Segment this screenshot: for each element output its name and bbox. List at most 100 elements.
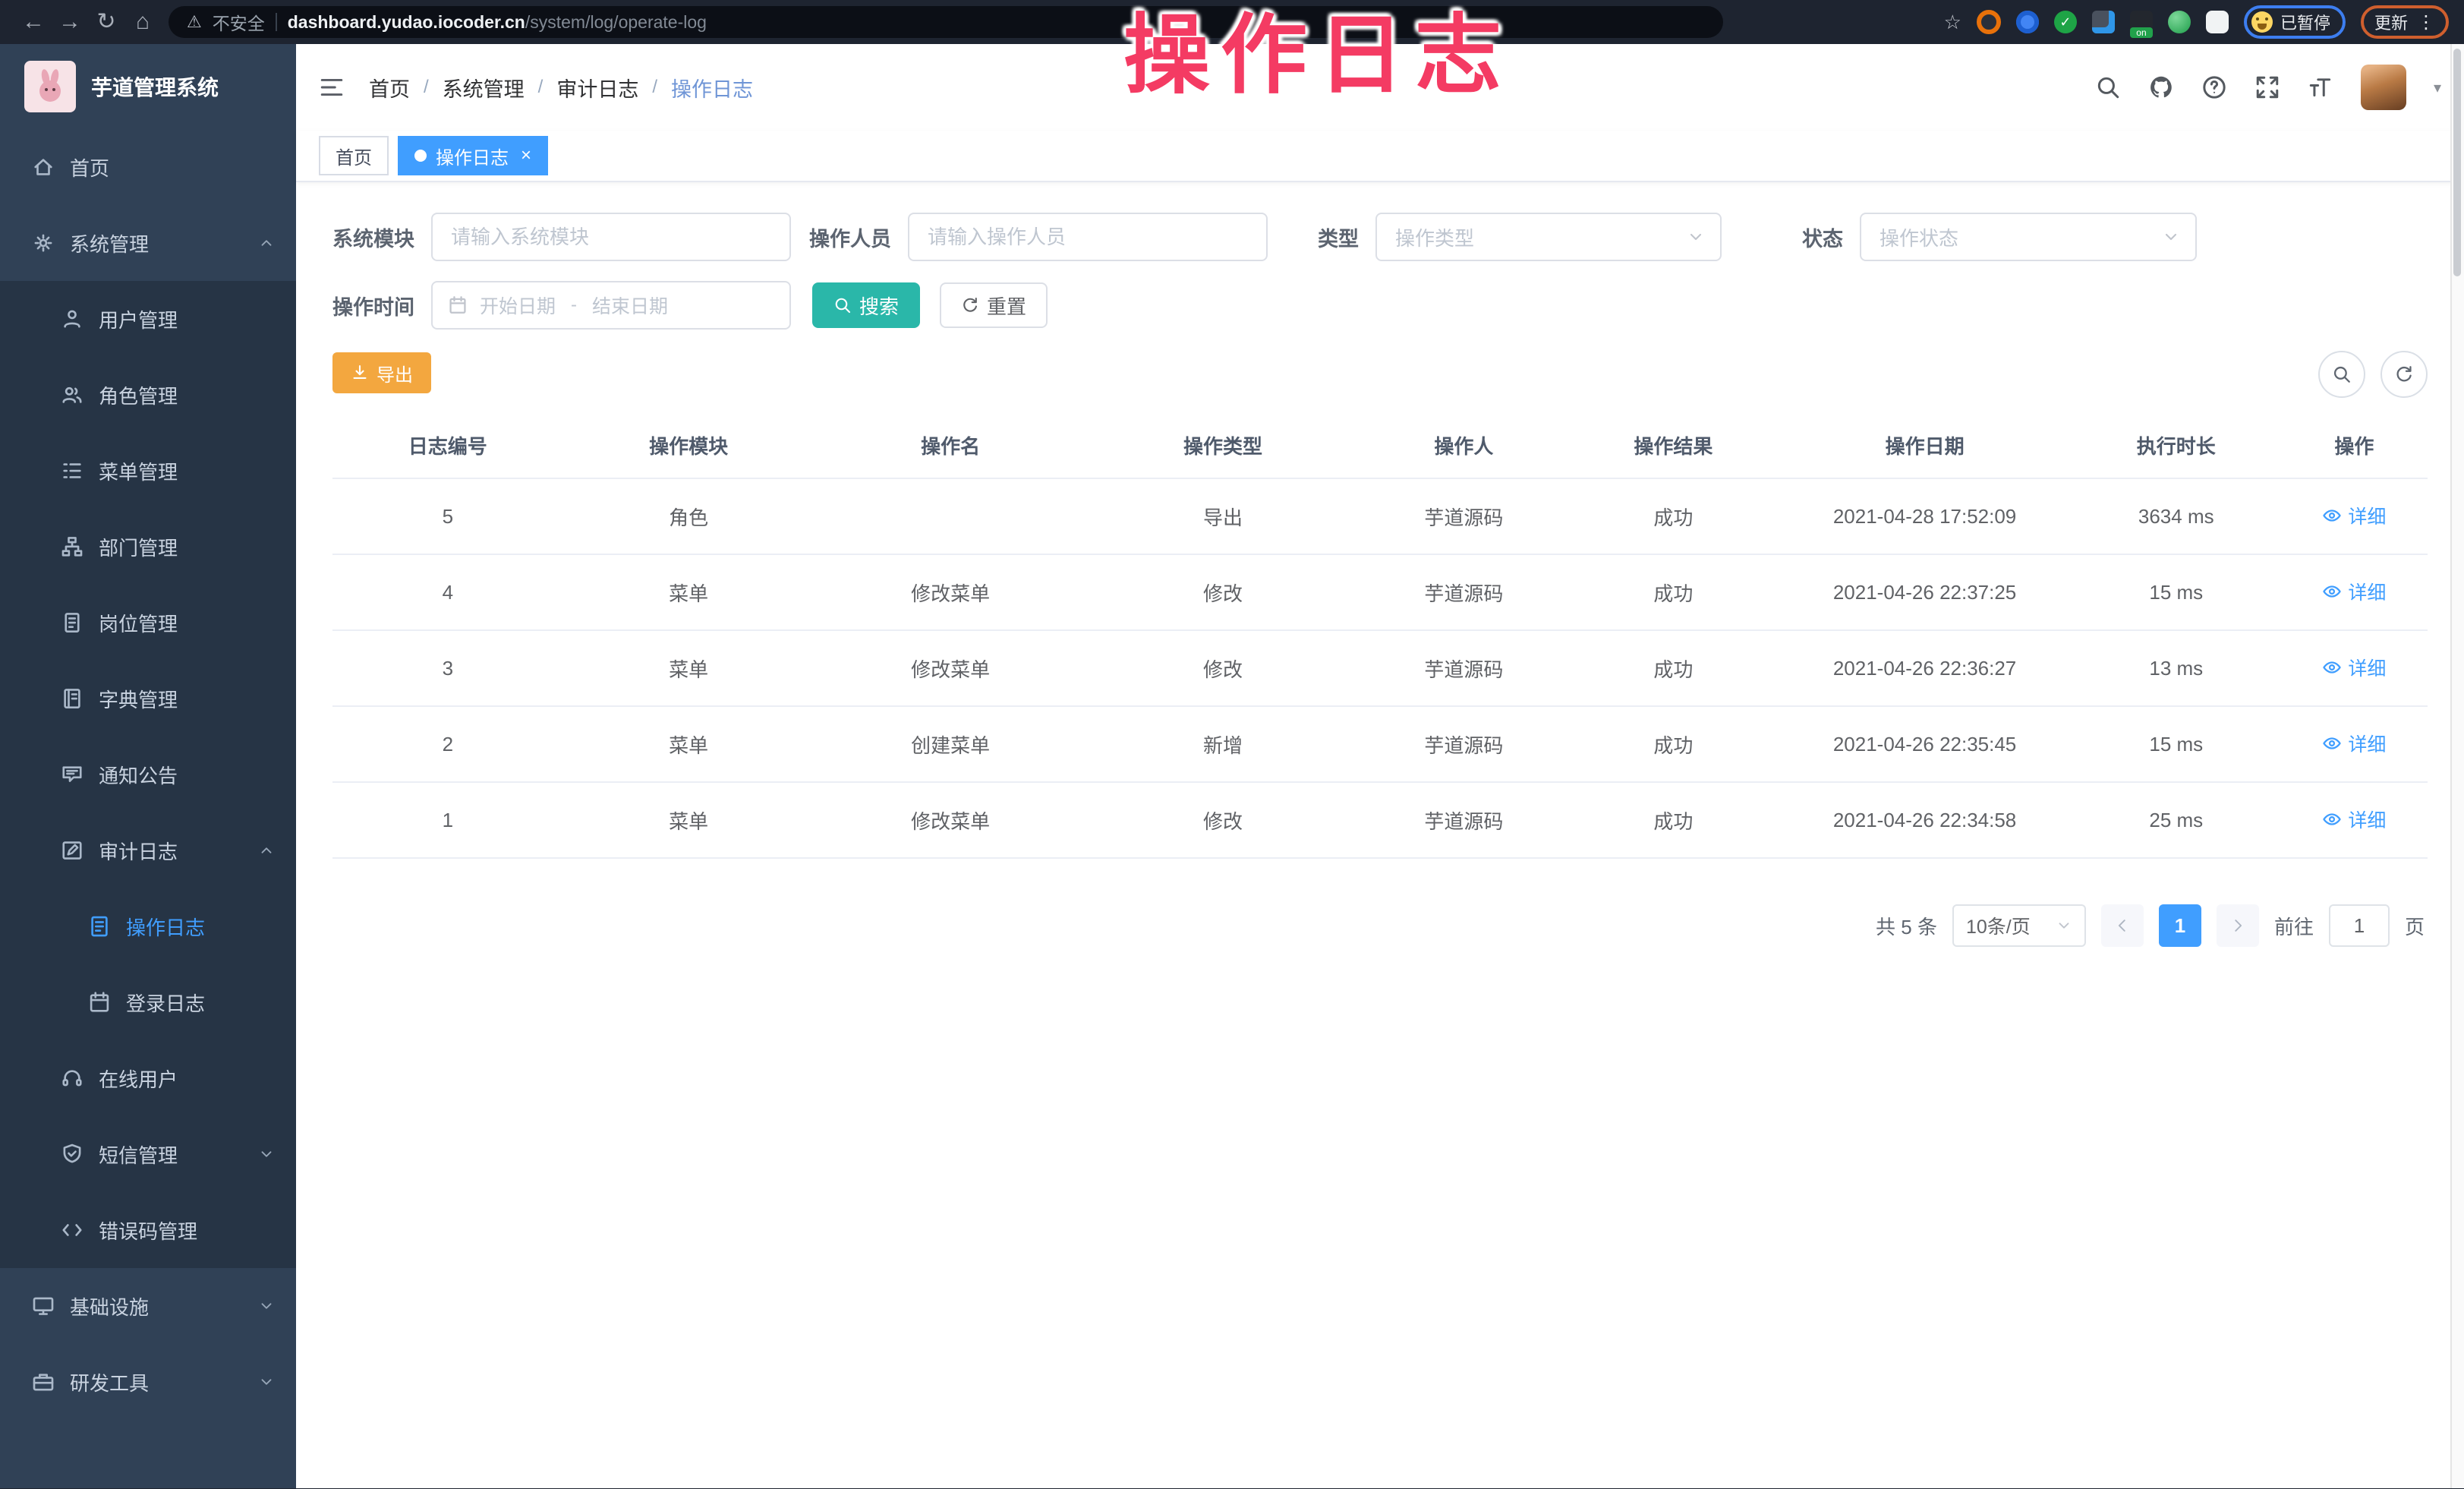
address-bar[interactable]: ⚠ 不安全 dashboard.yudao.iocoder.cn/system/…: [169, 6, 1723, 38]
breadcrumb-item-home[interactable]: 首页: [369, 73, 410, 103]
cell-type: 修改: [1087, 554, 1360, 630]
extensions-puzzle-icon[interactable]: [2206, 11, 2229, 33]
sidebar-item-department-management[interactable]: 部门管理: [0, 509, 296, 585]
user-icon: [61, 308, 83, 330]
avatar-caret-down-icon[interactable]: ▾: [2434, 78, 2441, 97]
sidebar-item-online-users[interactable]: 在线用户: [0, 1040, 296, 1116]
start-date-placeholder: 开始日期: [480, 292, 556, 319]
extension-green-check-icon[interactable]: ✓: [2054, 11, 2077, 33]
goto-page-input[interactable]: [2329, 904, 2390, 947]
help-icon[interactable]: [2201, 74, 2227, 100]
sidebar-item-audit-log[interactable]: 审计日志: [0, 812, 296, 888]
scrollbar-thumb[interactable]: [2453, 49, 2461, 276]
sidebar-item-home[interactable]: 首页: [0, 129, 296, 205]
app: 芋道管理系统 首页 系统管理 用户管理: [0, 44, 2464, 1488]
sidebar-item-dev-tools[interactable]: 研发工具: [0, 1344, 296, 1420]
browser-reload-button[interactable]: ↻: [88, 0, 124, 44]
security-label: 不安全: [213, 9, 265, 35]
cell-module: 角色: [563, 478, 815, 554]
sidebar-item-error-code-management[interactable]: 错误码管理: [0, 1192, 296, 1268]
type-select[interactable]: 操作类型: [1375, 213, 1722, 261]
extension-orange-icon[interactable]: [1977, 10, 2001, 34]
detail-link[interactable]: 详细: [2322, 578, 2386, 605]
tab-close-icon[interactable]: ×: [521, 145, 531, 166]
sidebar-item-system-management[interactable]: 系统管理: [0, 205, 296, 281]
sidebar-item-notice-management[interactable]: 通知公告: [0, 737, 296, 812]
breadcrumb-separator: /: [538, 77, 544, 98]
sidebar-item-sms-management[interactable]: 短信管理: [0, 1116, 296, 1192]
status-select[interactable]: 操作状态: [1860, 213, 2197, 261]
extension-dark-on-icon[interactable]: on: [2130, 11, 2153, 33]
bookmark-star-icon[interactable]: ☆: [1944, 11, 1961, 34]
cell-module: 菜单: [563, 782, 815, 858]
browser-menu-icon[interactable]: ⋮: [2417, 11, 2435, 33]
date-range-picker[interactable]: 开始日期 - 结束日期: [431, 281, 791, 330]
detail-link[interactable]: 详细: [2322, 806, 2386, 833]
cell-duration: 13 ms: [2072, 630, 2281, 706]
toolbox-icon: [32, 1371, 55, 1393]
tab-home[interactable]: 首页: [319, 136, 389, 175]
page-size-select[interactable]: 10条/页: [1952, 904, 2086, 947]
col-duration: 执行时长: [2072, 412, 2281, 478]
cell-name: 创建菜单: [815, 706, 1087, 782]
col-actions: 操作: [2281, 412, 2428, 478]
url-domain: dashboard.yudao.iocoder.cn: [288, 12, 525, 32]
sidebar-item-label: 菜单管理: [99, 457, 178, 485]
sidebar-item-operate-log[interactable]: 操作日志: [0, 888, 296, 964]
browser-back-button[interactable]: ←: [15, 0, 52, 44]
site-warning-icon[interactable]: ⚠: [187, 12, 202, 32]
sidebar-item-infrastructure[interactable]: 基础设施: [0, 1268, 296, 1344]
next-page-button[interactable]: [2217, 904, 2259, 947]
toggle-search-button[interactable]: [2318, 351, 2365, 398]
sidebar-toggle-icon[interactable]: [319, 74, 345, 100]
browser-forward-button[interactable]: →: [52, 0, 88, 44]
refresh-table-button[interactable]: [2381, 351, 2428, 398]
sidebar-item-label: 部门管理: [99, 533, 178, 561]
chrome-update-button[interactable]: 更新 ⋮: [2361, 5, 2449, 39]
sidebar-item-label: 在线用户: [99, 1065, 178, 1093]
search-button[interactable]: 搜索: [812, 282, 920, 328]
browser-home-button[interactable]: ⌂: [124, 0, 161, 44]
detail-link[interactable]: 详细: [2322, 654, 2386, 681]
profile-paused-chip[interactable]: 已暂停: [2244, 5, 2346, 39]
list-icon: [61, 459, 83, 482]
cell-result: 成功: [1568, 554, 1778, 630]
detail-link[interactable]: 详细: [2322, 502, 2386, 529]
detail-link-label: 详细: [2348, 578, 2386, 605]
url-path: /system/log/operate-log: [525, 12, 707, 32]
home-icon: [32, 156, 55, 178]
extension-sphere-icon[interactable]: [2168, 11, 2191, 33]
page-1-button[interactable]: 1: [2159, 904, 2201, 947]
cell-actions: 详细: [2281, 706, 2428, 782]
fullscreen-icon[interactable]: [2254, 74, 2280, 100]
export-button[interactable]: 导出: [332, 352, 431, 393]
module-input[interactable]: [431, 213, 791, 261]
sidebar-item-user-management[interactable]: 用户管理: [0, 281, 296, 357]
prev-page-button[interactable]: [2101, 904, 2144, 947]
reset-button[interactable]: 重置: [940, 282, 1048, 328]
breadcrumb-item-audit-log[interactable]: 审计日志: [556, 73, 638, 103]
detail-link[interactable]: 详细: [2322, 730, 2386, 757]
chevron-down-icon: [2056, 917, 2072, 934]
search-icon[interactable]: [2095, 74, 2121, 100]
font-size-icon[interactable]: [2308, 74, 2333, 100]
extension-pin-icon[interactable]: [2016, 11, 2039, 33]
operator-input[interactable]: [908, 213, 1268, 261]
sidebar-item-menu-management[interactable]: 菜单管理: [0, 433, 296, 509]
sidebar-item-post-management[interactable]: 岗位管理: [0, 585, 296, 661]
chevron-down-icon: [258, 1298, 275, 1314]
sidebar-item-role-management[interactable]: 角色管理: [0, 357, 296, 433]
table-row: 2 菜单 创建菜单 新增 芋道源码 成功 2021-04-26 22:35:45…: [332, 706, 2428, 782]
sidebar-item-label: 系统管理: [70, 229, 149, 257]
time-label: 操作时间: [332, 291, 414, 320]
export-button-label: 导出: [377, 360, 413, 386]
cell-type: 修改: [1087, 782, 1360, 858]
github-icon[interactable]: [2148, 74, 2174, 100]
cell-log-id: 3: [332, 630, 563, 706]
user-avatar[interactable]: [2361, 65, 2406, 110]
extension-columns-icon[interactable]: [2092, 11, 2115, 33]
breadcrumb-item-system[interactable]: 系统管理: [443, 73, 525, 103]
tab-operate-log[interactable]: 操作日志 ×: [398, 136, 548, 175]
sidebar-item-login-log[interactable]: 登录日志: [0, 964, 296, 1040]
sidebar-item-dict-management[interactable]: 字典管理: [0, 661, 296, 737]
